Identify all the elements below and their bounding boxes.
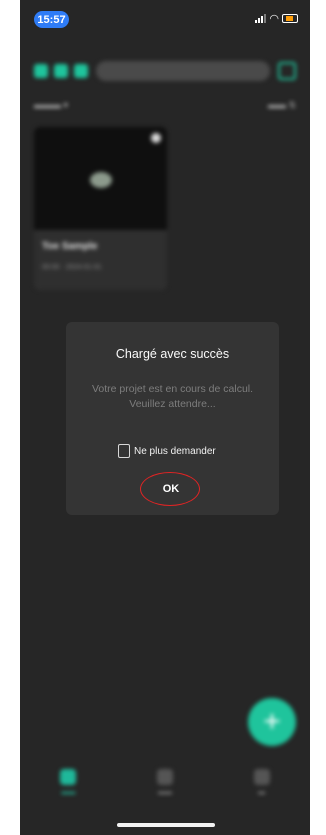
toolbar-icons — [34, 64, 88, 78]
project-thumbnail — [34, 127, 167, 230]
tab-bar: ▬▬ ▬▬ ▬ — [20, 757, 310, 807]
status-bar: 15:57 ◠ — [20, 0, 310, 40]
dont-ask-again-option[interactable]: Ne plus demander — [118, 444, 216, 458]
dont-ask-again-checkbox[interactable] — [118, 444, 130, 458]
add-project-button[interactable]: + — [248, 698, 296, 746]
project-card[interactable]: Toe Sample 00:00 · 2024-01-01 — [34, 127, 167, 290]
dialog-message: Votre projet est en cours de calcul. Veu… — [91, 383, 254, 410]
tab-home-label: ▬▬ — [61, 788, 76, 796]
toolbar-icon[interactable] — [74, 64, 88, 78]
tab-profile-label: ▬ — [258, 788, 266, 796]
wifi-icon: ◠ — [269, 13, 279, 25]
annotation-circle — [140, 472, 200, 506]
sort-filter[interactable]: ▬▬▬ ▾ — [34, 100, 68, 111]
grid-icon[interactable] — [278, 62, 296, 80]
upload-success-dialog: Chargé avec succès Votre projet est en c… — [66, 322, 279, 515]
status-time: 15:57 — [34, 11, 69, 28]
tab-explore[interactable]: ▬▬ — [156, 768, 173, 796]
dont-ask-again-label: Ne plus demander — [134, 445, 216, 457]
tab-profile[interactable]: ▬ — [253, 768, 270, 796]
profile-icon — [253, 768, 270, 785]
toolbar-icon[interactable] — [54, 64, 68, 78]
dialog-title: Chargé avec succès — [115, 347, 230, 361]
sort-order[interactable]: ▬▬ ⇅ — [268, 100, 296, 111]
model-preview — [90, 172, 112, 188]
home-indicator — [117, 823, 215, 827]
sort-row: ▬▬▬ ▾ ▬▬ ⇅ — [34, 100, 296, 111]
toolbar — [34, 58, 296, 84]
battery-icon — [282, 14, 298, 23]
status-icons: ◠ — [255, 12, 298, 25]
explore-icon — [156, 768, 173, 785]
toolbar-icon[interactable] — [34, 64, 48, 78]
home-icon — [60, 768, 77, 785]
ok-button[interactable]: OK — [140, 472, 200, 506]
more-options-icon[interactable] — [151, 133, 161, 143]
search-bar[interactable] — [96, 61, 270, 81]
plus-icon: + — [263, 705, 281, 738]
tab-home[interactable]: ▬▬ — [60, 768, 77, 796]
tab-explore-label: ▬▬ — [157, 788, 172, 796]
project-title: Toe Sample — [42, 241, 98, 252]
project-meta: 00:00 · 2024-01-01 — [42, 264, 102, 271]
signal-icon — [255, 14, 267, 23]
phone-screen: ▬▬▬ ▾ ▬▬ ⇅ Toe Sample 00:00 · 2024-01-01… — [20, 0, 310, 835]
